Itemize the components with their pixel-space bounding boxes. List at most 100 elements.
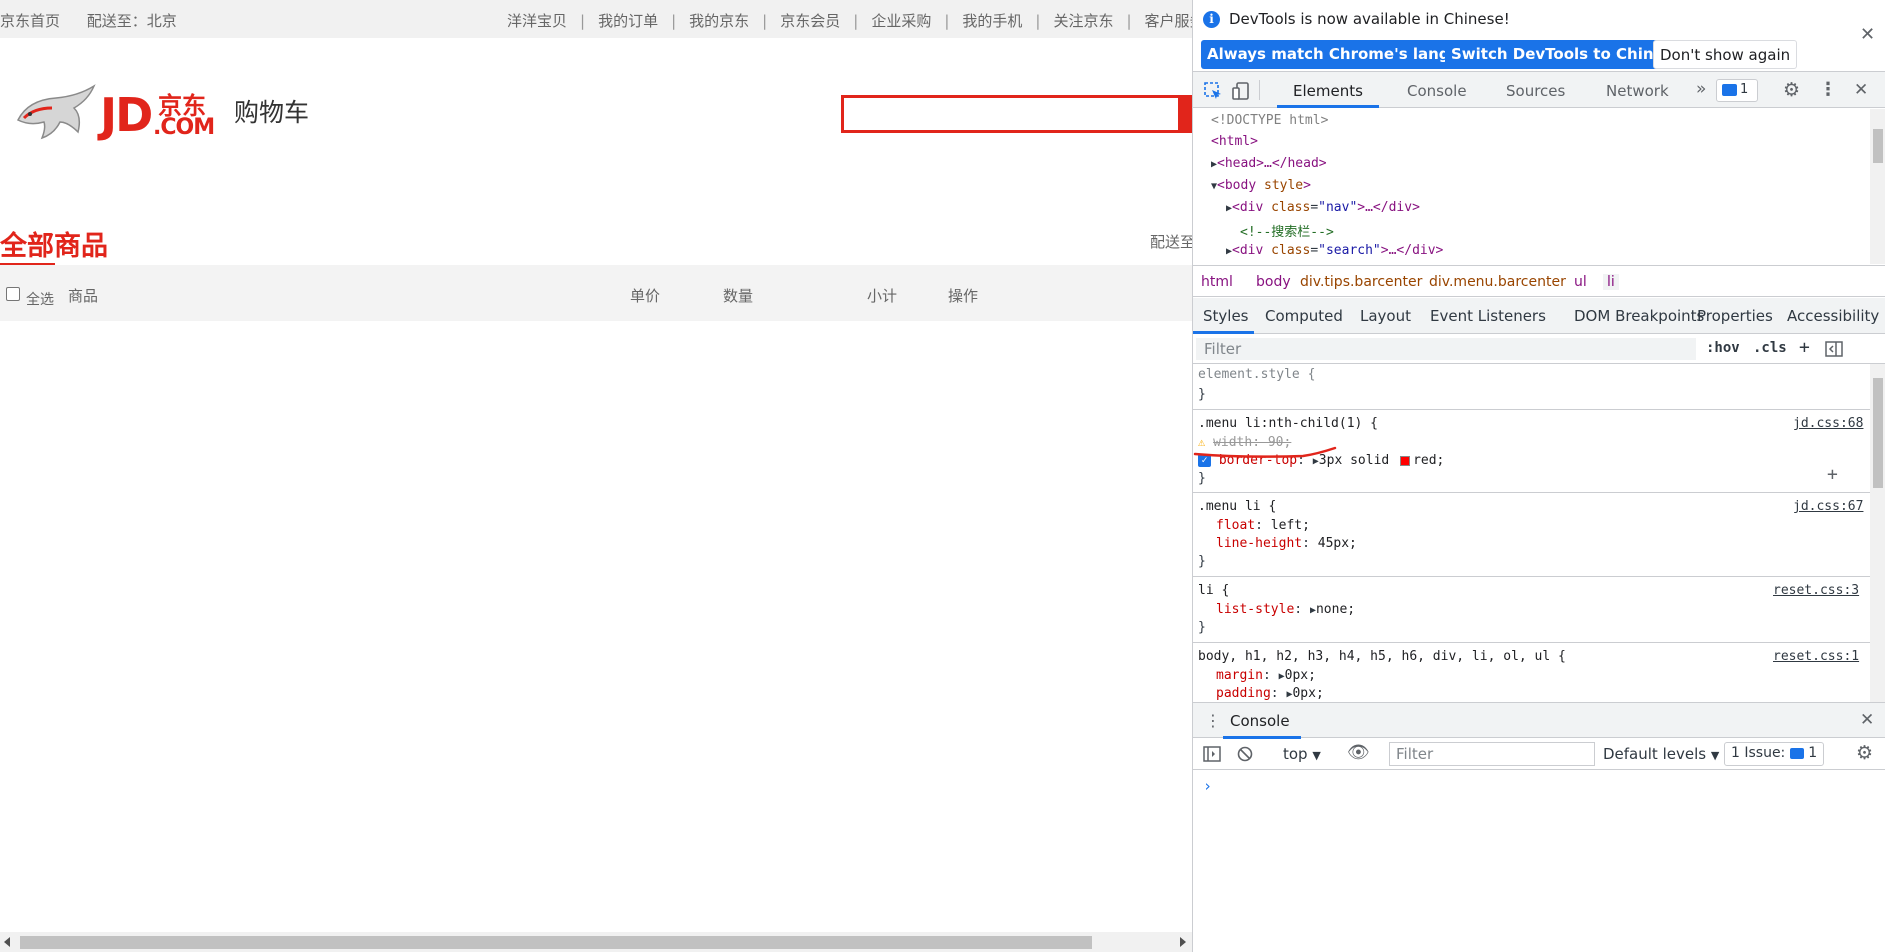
rule4-selector[interactable]: body, h1, h2, h3, h4, h5, h6, div, li, o… — [1198, 649, 1566, 664]
clear-console-icon[interactable] — [1237, 746, 1253, 762]
add-property-icon[interactable]: + — [1827, 464, 1838, 485]
select-all-checkbox[interactable] — [6, 287, 20, 301]
dom-body-tag: body — [1224, 178, 1257, 193]
select-all-label[interactable]: 全选 — [26, 289, 54, 309]
more-tabs-icon[interactable]: » — [1696, 79, 1706, 99]
rule-divider — [1193, 492, 1870, 493]
close-drawer-icon[interactable]: ✕ — [1860, 710, 1874, 730]
nav-link-follow[interactable]: 关注京东 — [1053, 12, 1113, 30]
kebab-menu-icon[interactable]: ⋮ — [1819, 79, 1837, 100]
crumb-body[interactable]: body — [1256, 274, 1291, 290]
tab-sources[interactable]: Sources — [1506, 82, 1565, 100]
tab-console[interactable]: Console — [1407, 82, 1467, 100]
rule1-selector[interactable]: .menu li:nth-child(1) { — [1198, 416, 1378, 431]
rule1-width-prop[interactable]: ⚠ width: 90; — [1198, 435, 1291, 450]
console-filter-input[interactable]: Filter — [1389, 742, 1595, 766]
console-prompt[interactable]: › — [1203, 777, 1212, 795]
dom-tree-scrollbar[interactable] — [1870, 109, 1885, 264]
hov-toggle[interactable]: :hov — [1706, 340, 1740, 356]
scrollbar-thumb[interactable] — [20, 936, 1092, 949]
nav-link-mobile[interactable]: 我的手机 — [962, 12, 1022, 30]
console-issues-button[interactable]: 1 Issue: 1 — [1724, 742, 1825, 766]
tab-elements[interactable]: Elements — [1293, 82, 1363, 100]
property-checkbox[interactable]: ✓ — [1198, 454, 1211, 467]
nav-link-enterprise[interactable]: 企业采购 — [871, 12, 931, 30]
issues-badge-count: 1 — [1740, 82, 1749, 97]
scrollbar-thumb[interactable] — [1873, 378, 1883, 488]
gear-icon[interactable]: ⚙ — [1783, 79, 1800, 101]
close-icon[interactable]: ✕ — [1860, 24, 1875, 45]
element-style-selector[interactable]: element.style { — [1198, 367, 1315, 382]
rule4-margin-prop[interactable]: margin: ▶0px; — [1216, 668, 1316, 683]
styles-filter-input[interactable]: Filter — [1196, 338, 1696, 360]
all-goods-tab[interactable]: 全部商品 — [0, 224, 108, 263]
scroll-right-icon[interactable] — [1180, 937, 1186, 947]
subtab-layout[interactable]: Layout — [1360, 307, 1411, 325]
rule4-padding-prop[interactable]: padding: ▶0px; — [1216, 686, 1324, 701]
subtab-styles[interactable]: Styles — [1203, 307, 1249, 325]
cls-toggle[interactable]: .cls — [1753, 340, 1787, 356]
dom-div-search[interactable]: ▶<div class="search">…</div> — [1226, 243, 1443, 258]
inspect-element-icon[interactable] — [1203, 81, 1223, 101]
show-sidebar-icon[interactable] — [1203, 746, 1221, 762]
rule1-source-link[interactable]: jd.css:68 — [1793, 416, 1863, 431]
styles-scrollbar[interactable] — [1870, 364, 1885, 702]
new-rule-icon[interactable]: + — [1799, 337, 1810, 358]
dom-head[interactable]: ▶<head>…</head> — [1211, 156, 1327, 171]
rule-divider — [1193, 409, 1870, 410]
dom-html[interactable]: <html> — [1211, 134, 1258, 149]
color-swatch-icon[interactable] — [1400, 455, 1411, 466]
search-input[interactable] — [841, 95, 1181, 133]
rule3-source-link[interactable]: reset.css:3 — [1773, 583, 1859, 598]
rule-divider — [1193, 642, 1870, 643]
rule2-line-height-prop[interactable]: line-height: 45px; — [1216, 536, 1357, 551]
device-toolbar-icon[interactable] — [1231, 81, 1251, 101]
dom-div-nav[interactable]: ▶<div class="nav">…</div> — [1226, 200, 1420, 215]
rule3-selector[interactable]: li { — [1198, 583, 1229, 598]
subtab-event-listeners[interactable]: Event Listeners — [1430, 307, 1546, 325]
toggle-sidebar-icon[interactable] — [1825, 341, 1843, 357]
nav-link-my-jd[interactable]: 我的京东 — [689, 12, 749, 30]
rule2-source-link[interactable]: jd.css:67 — [1793, 499, 1863, 514]
search-button[interactable] — [1180, 95, 1192, 133]
prop-value: 0px; — [1284, 668, 1316, 683]
horizontal-scrollbar[interactable] — [0, 932, 1192, 952]
subtab-computed[interactable]: Computed — [1265, 307, 1343, 325]
crumb-ul[interactable]: ul — [1574, 274, 1587, 290]
subtab-accessibility[interactable]: Accessibility — [1787, 307, 1879, 325]
dont-show-again-button[interactable]: Don't show again — [1653, 40, 1798, 69]
crumb-div-menu[interactable]: div.menu.barcenter — [1429, 274, 1566, 290]
dom-doctype[interactable]: <!DOCTYPE html> — [1211, 113, 1328, 128]
console-settings-gear-icon[interactable]: ⚙ — [1856, 742, 1873, 764]
scrollbar-thumb[interactable] — [1873, 129, 1883, 163]
close-brace: } — [1198, 471, 1206, 486]
dom-body[interactable]: ▼<body style> — [1211, 178, 1311, 193]
issues-badge[interactable]: 1 — [1716, 79, 1758, 102]
subtab-properties[interactable]: Properties — [1697, 307, 1773, 325]
context-selector[interactable]: top ▼ — [1283, 745, 1321, 763]
tab-network[interactable]: Network — [1606, 82, 1669, 100]
rule2-float-prop[interactable]: float: left; — [1216, 518, 1310, 533]
nav-link-service[interactable]: 客户服务 — [1145, 12, 1192, 30]
col-action: 操作 — [948, 287, 979, 305]
rule2-selector[interactable]: .menu li { — [1198, 499, 1276, 514]
log-levels-dropdown[interactable]: Default levels ▼ — [1603, 745, 1719, 763]
crumb-li[interactable]: li — [1603, 274, 1619, 290]
drawer-menu-icon[interactable]: ⋮ — [1205, 711, 1221, 730]
drawer-tab-console[interactable]: Console — [1230, 712, 1290, 730]
scroll-left-icon[interactable] — [4, 937, 10, 947]
crumb-html[interactable]: html — [1201, 274, 1233, 290]
rule1-border-prop[interactable]: ✓ border-top: ▶3px solid red; — [1198, 453, 1444, 468]
nav-link-user[interactable]: 洋洋宝贝 — [507, 12, 567, 30]
rule3-list-style-prop[interactable]: list-style: ▶none; — [1216, 602, 1355, 617]
ship-location[interactable]: 配送至：北京 — [87, 12, 177, 30]
nav-link-member[interactable]: 京东会员 — [780, 12, 840, 30]
dom-comment[interactable]: <!--搜索栏--> — [1240, 221, 1334, 240]
rule4-source-link[interactable]: reset.css:1 — [1773, 649, 1859, 664]
nav-link-home[interactable]: 京东首页 — [0, 12, 60, 30]
close-devtools-icon[interactable]: ✕ — [1854, 80, 1868, 100]
eye-icon[interactable]: 👁 — [1347, 742, 1370, 763]
subtab-dom-breakpoints[interactable]: DOM Breakpoints — [1574, 307, 1704, 325]
crumb-div-tips[interactable]: div.tips.barcenter — [1300, 274, 1422, 290]
nav-link-orders[interactable]: 我的订单 — [598, 12, 658, 30]
